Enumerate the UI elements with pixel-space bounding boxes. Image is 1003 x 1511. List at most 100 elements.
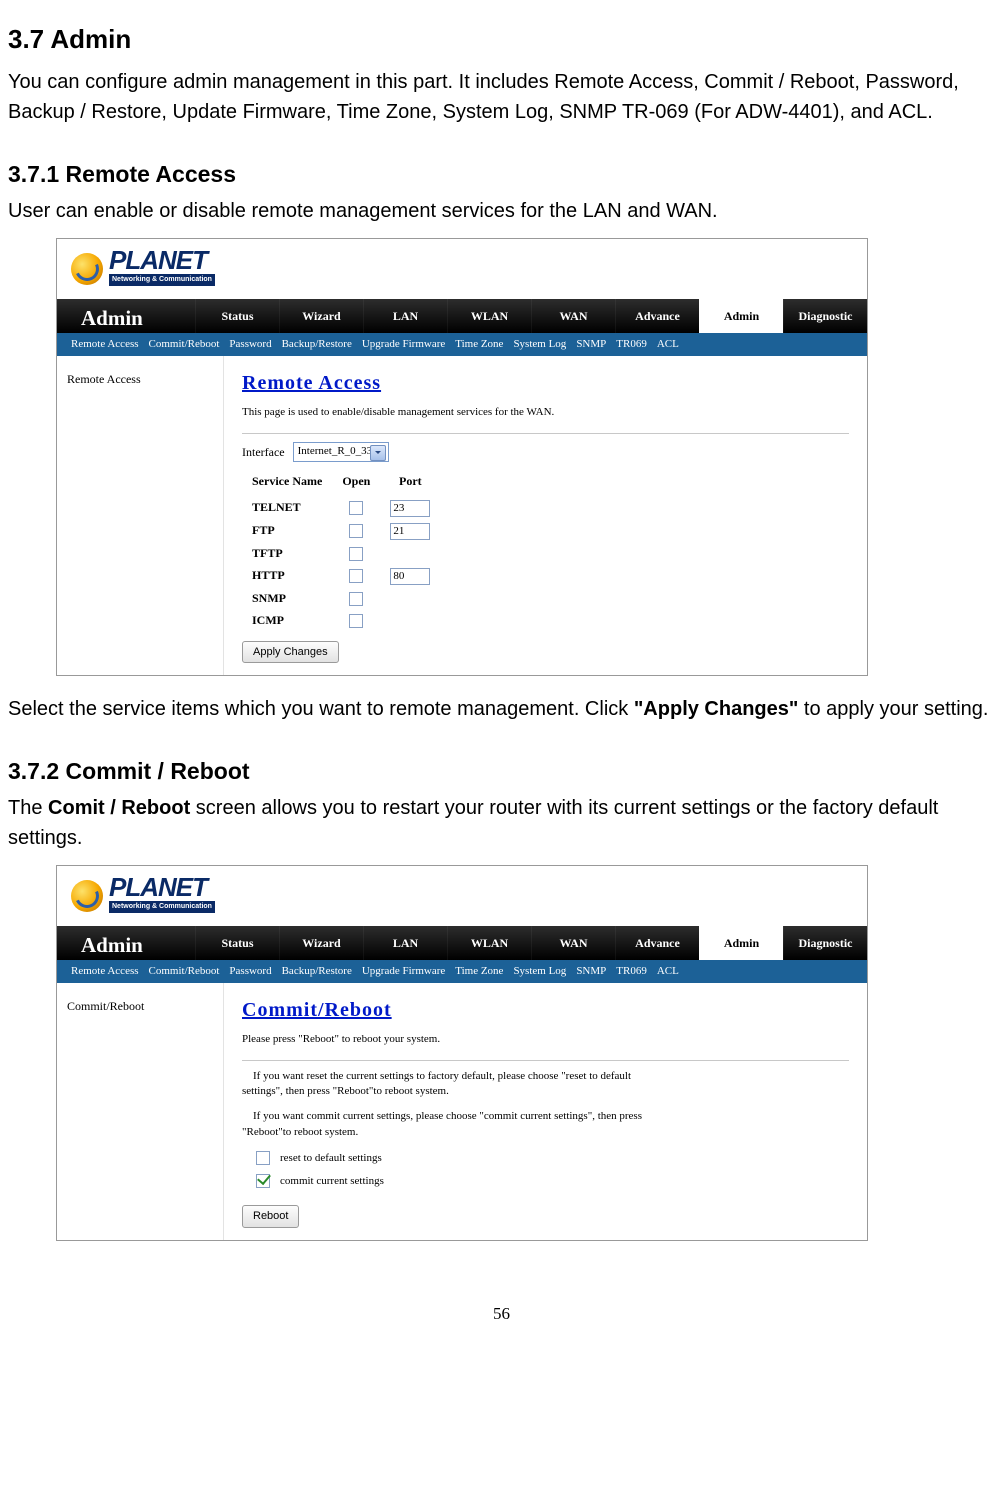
tab-advance[interactable]: Advance: [615, 926, 699, 960]
note-2: If you want commit current settings, ple…: [242, 1109, 672, 1140]
subnav-item[interactable]: Backup/Restore: [282, 336, 352, 353]
table-row: TFTP: [242, 542, 440, 564]
tab-wlan[interactable]: WLAN: [447, 299, 531, 333]
service-open-checkbox[interactable]: [349, 569, 363, 583]
tab-diagnostic[interactable]: Diagnostic: [783, 926, 867, 960]
tab-status[interactable]: Status: [195, 299, 279, 333]
tab-status[interactable]: Status: [195, 926, 279, 960]
subnav-item[interactable]: Upgrade Firmware: [362, 336, 445, 353]
col-header: Service Name: [242, 470, 332, 496]
panel-title: Remote Access: [242, 368, 849, 398]
reset-default-label: reset to default settings: [280, 1150, 382, 1167]
tab-wan[interactable]: WAN: [531, 926, 615, 960]
screenshot-remote-access: PLANET Networking & Communication Admin …: [56, 238, 868, 677]
panel-hint: This page is used to enable/disable mana…: [242, 404, 849, 421]
interface-select[interactable]: Internet_R_0_33: [293, 442, 390, 462]
service-open-checkbox[interactable]: [349, 592, 363, 606]
heading-sub1: 3.7.1 Remote Access: [8, 157, 995, 192]
main-nav: Admin StatusWizardLANWLANWANAdvanceAdmin…: [57, 299, 867, 333]
interface-label: Interface: [242, 443, 285, 461]
nav-brand: Admin: [57, 926, 195, 960]
service-open-checkbox[interactable]: [349, 501, 363, 515]
service-port-input[interactable]: 23: [390, 500, 430, 517]
sub2-lead: The Comit / Reboot screen allows you to …: [8, 793, 995, 853]
table-row: HTTP 80: [242, 564, 440, 587]
panel-title: Commit/Reboot: [242, 995, 849, 1025]
col-header: Port: [380, 470, 440, 496]
subnav-item[interactable]: System Log: [513, 963, 566, 980]
sidebar-label: Commit/Reboot: [57, 983, 224, 1240]
subnav-item[interactable]: Commit/Reboot: [149, 336, 220, 353]
divider: [242, 433, 849, 434]
sidebar-label: Remote Access: [57, 356, 224, 675]
logo-text: PLANET: [109, 872, 207, 902]
reset-default-checkbox[interactable]: [256, 1151, 270, 1165]
sub1-lead: User can enable or disable remote manage…: [8, 196, 995, 226]
logo-icon: [71, 880, 103, 912]
subnav-item[interactable]: Time Zone: [455, 963, 503, 980]
subnav-item[interactable]: SNMP: [576, 963, 606, 980]
tab-lan[interactable]: LAN: [363, 299, 447, 333]
section-intro: You can configure admin management in th…: [8, 67, 995, 127]
tab-admin[interactable]: Admin: [699, 299, 783, 333]
shot-header: PLANET Networking & Communication: [57, 239, 867, 299]
subnav-item[interactable]: SNMP: [576, 336, 606, 353]
tab-admin[interactable]: Admin: [699, 926, 783, 960]
apply-changes-button[interactable]: Apply Changes: [242, 641, 339, 664]
tab-wlan[interactable]: WLAN: [447, 926, 531, 960]
service-port-input[interactable]: 80: [390, 568, 430, 585]
tab-diagnostic[interactable]: Diagnostic: [783, 299, 867, 333]
subnav-item[interactable]: Commit/Reboot: [149, 963, 220, 980]
logo: PLANET Networking & Communication: [71, 878, 215, 914]
logo-subtext: Networking & Communication: [109, 274, 215, 287]
subnav-item[interactable]: TR069: [616, 336, 647, 353]
subnav-item[interactable]: Time Zone: [455, 336, 503, 353]
service-open-checkbox[interactable]: [349, 547, 363, 561]
col-header: Open: [332, 470, 380, 496]
tab-wizard[interactable]: Wizard: [279, 926, 363, 960]
sub-nav: Remote Access Commit/Reboot Password Backup…: [57, 333, 867, 357]
logo-text: PLANET: [109, 245, 207, 275]
subnav-item[interactable]: ACL: [657, 336, 679, 353]
heading-sub2: 3.7.2 Commit / Reboot: [8, 754, 995, 789]
reboot-button[interactable]: Reboot: [242, 1205, 299, 1228]
sub1-after: Select the service items which you want …: [8, 694, 995, 724]
service-name: HTTP: [242, 564, 332, 587]
subnav-item[interactable]: TR069: [616, 963, 647, 980]
logo-icon: [71, 253, 103, 285]
note-1: If you want reset the current settings t…: [242, 1069, 672, 1100]
screenshot-commit-reboot: PLANET Networking & Communication Admin …: [56, 865, 868, 1241]
service-name: SNMP: [242, 587, 332, 609]
service-name: ICMP: [242, 609, 332, 631]
subnav-item[interactable]: System Log: [513, 336, 566, 353]
service-name: FTP: [242, 519, 332, 542]
service-name: TELNET: [242, 496, 332, 519]
subnav-item[interactable]: Remote Access: [71, 963, 139, 980]
subnav-item[interactable]: Backup/Restore: [282, 963, 352, 980]
table-row: SNMP: [242, 587, 440, 609]
service-name: TFTP: [242, 542, 332, 564]
page-number: 56: [8, 1301, 995, 1327]
divider: [242, 1060, 849, 1061]
service-open-checkbox[interactable]: [349, 524, 363, 538]
subnav-item[interactable]: Upgrade Firmware: [362, 963, 445, 980]
subnav-item[interactable]: ACL: [657, 963, 679, 980]
table-row: TELNET 23: [242, 496, 440, 519]
nav-brand: Admin: [57, 299, 195, 333]
tab-wizard[interactable]: Wizard: [279, 299, 363, 333]
subnav-item[interactable]: Remote Access: [71, 336, 139, 353]
commit-current-label: commit current settings: [280, 1173, 384, 1190]
subnav-item[interactable]: Password: [229, 963, 271, 980]
heading-section: 3.7 Admin: [8, 20, 995, 59]
panel-hint: Please press "Reboot" to reboot your sys…: [242, 1031, 849, 1048]
commit-current-checkbox[interactable]: [256, 1174, 270, 1188]
tab-lan[interactable]: LAN: [363, 926, 447, 960]
logo-subtext: Networking & Communication: [109, 901, 215, 914]
table-row: FTP 21: [242, 519, 440, 542]
tab-advance[interactable]: Advance: [615, 299, 699, 333]
shot-header: PLANET Networking & Communication: [57, 866, 867, 926]
service-open-checkbox[interactable]: [349, 614, 363, 628]
tab-wan[interactable]: WAN: [531, 299, 615, 333]
service-port-input[interactable]: 21: [390, 523, 430, 540]
subnav-item[interactable]: Password: [229, 336, 271, 353]
